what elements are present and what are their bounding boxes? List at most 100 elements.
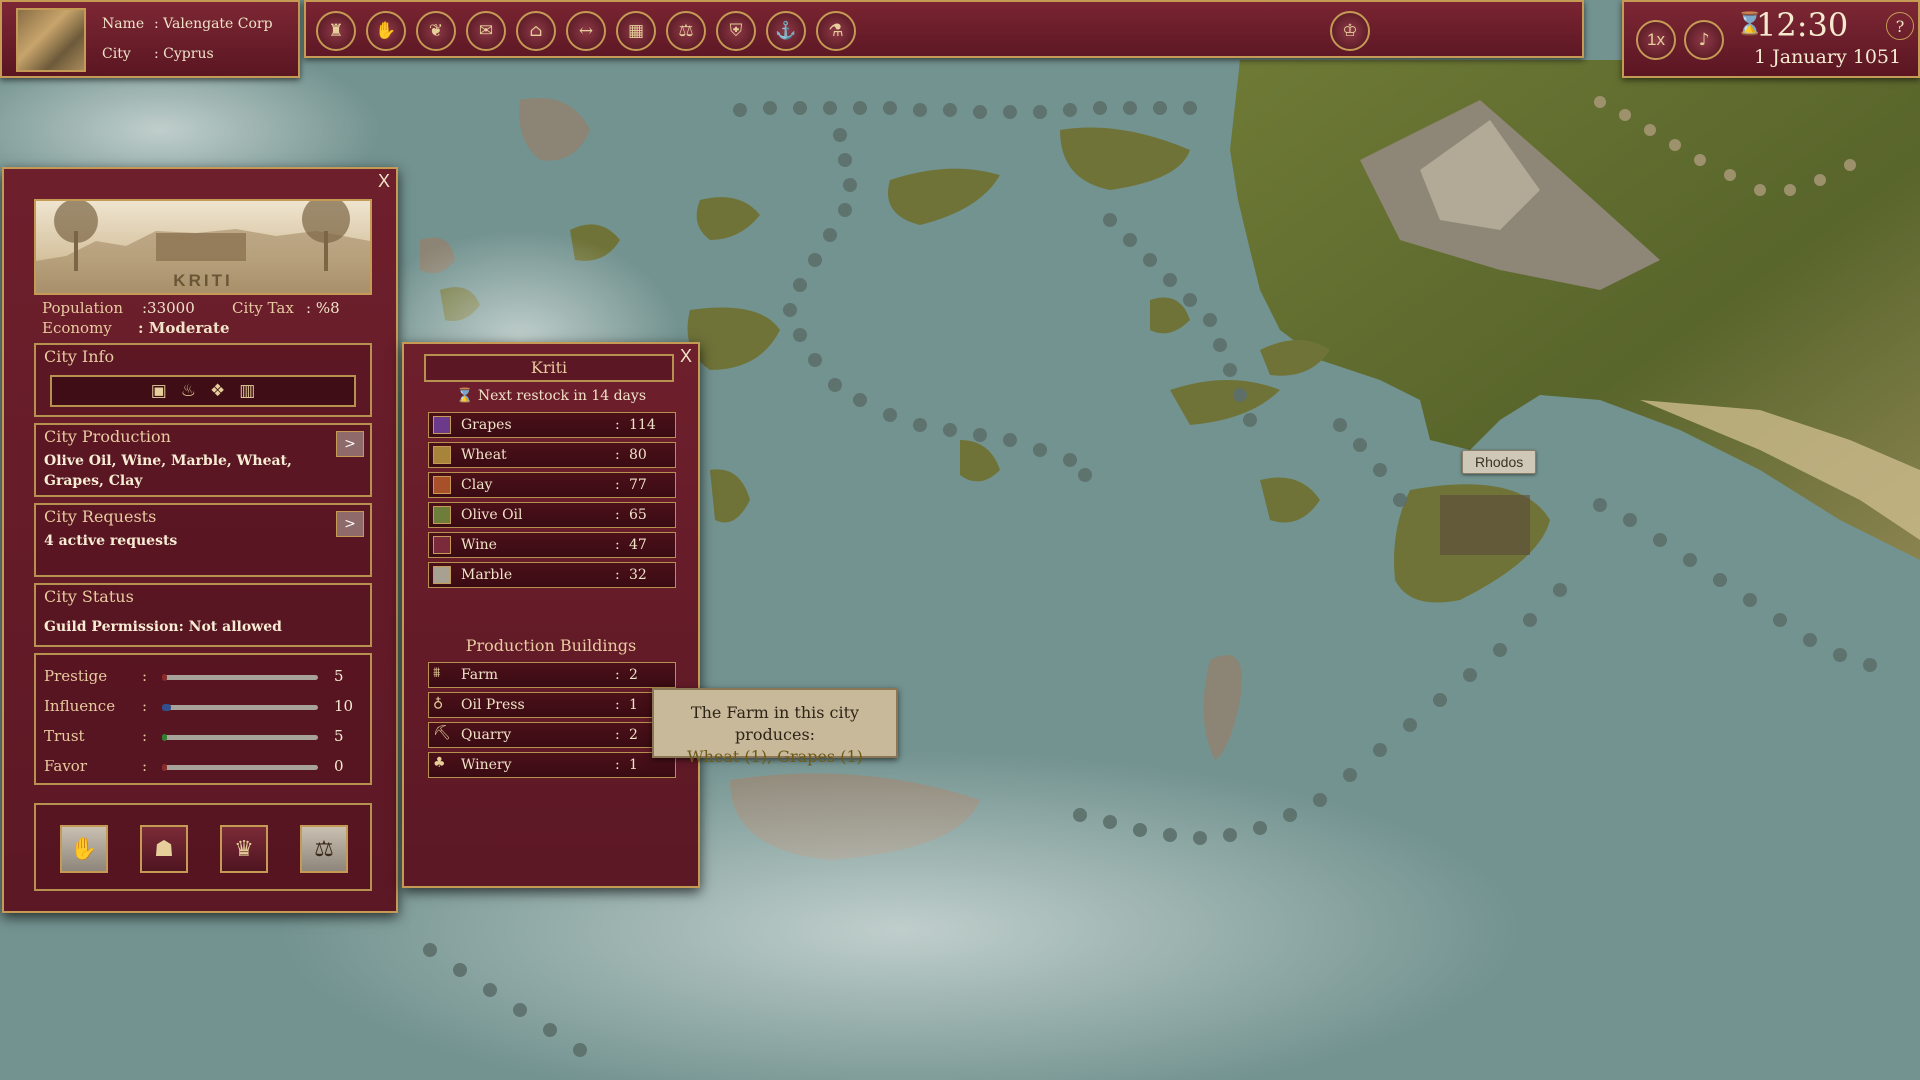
influence-colon: : xyxy=(142,697,148,715)
good-qty: 77 xyxy=(629,477,647,493)
market-icon[interactable]: ▣ xyxy=(151,381,167,401)
game-date: 1 January 1051 xyxy=(1754,46,1902,68)
oil-press-icon: ♁ xyxy=(433,695,444,711)
grapes-icon xyxy=(433,416,451,434)
spy-button[interactable]: ☗ xyxy=(140,825,188,873)
market-panel-close-button[interactable]: X xyxy=(680,346,692,367)
good-row[interactable]: Marble : 32 xyxy=(428,562,676,588)
city-requests-title: City Requests xyxy=(44,507,157,526)
building-row[interactable]: ⛏ Quarry : 2 xyxy=(428,722,676,748)
farm-tooltip: The Farm in this city produces: Wheat (1… xyxy=(652,688,898,766)
restock-row: ⌛ Next restock in 14 days xyxy=(404,388,698,404)
city-requests-box: City Requests > 4 active requests xyxy=(34,503,372,577)
good-colon: : xyxy=(615,537,620,553)
city-actions-box: ✋ ☗ ♛ ⚖ xyxy=(34,803,372,891)
good-row[interactable]: Wheat : 80 xyxy=(428,442,676,468)
olive-oil-icon xyxy=(433,506,451,524)
favor-label: Favor xyxy=(44,757,88,775)
prestige-value: 5 xyxy=(334,667,344,685)
sack-icon[interactable]: ❦ xyxy=(416,11,456,51)
company-portrait[interactable] xyxy=(16,8,86,72)
good-qty: 32 xyxy=(629,567,647,583)
favor-fill xyxy=(162,764,167,771)
flask-icon[interactable]: ⚗ xyxy=(816,11,856,51)
good-row[interactable]: Wine : 47 xyxy=(428,532,676,558)
justice-scales-button[interactable]: ⚖ xyxy=(300,825,348,873)
good-row[interactable]: Olive Oil : 65 xyxy=(428,502,676,528)
trust-row: Trust : 5 xyxy=(44,727,364,747)
good-name: Wine xyxy=(461,537,497,553)
prestige-track xyxy=(162,674,318,681)
prestige-fill xyxy=(162,674,167,681)
favor-track xyxy=(162,764,318,771)
building-name: Winery xyxy=(461,757,512,773)
diplomacy-handshake-button[interactable]: ✋ xyxy=(60,825,108,873)
good-colon: : xyxy=(615,507,620,523)
city-banner-name: KRITI xyxy=(173,271,233,290)
statistics-icon[interactable]: ▥ xyxy=(239,381,255,401)
company-city-label: City xyxy=(102,46,131,62)
production-icon[interactable]: ♨ xyxy=(181,381,196,401)
main-toolbar: ♜ ✋ ❦ ✉ ⌂ ↔ ▦ ⚖ ⛨ ⚓ ⚗ ♔ 5000 xyxy=(304,0,1886,58)
building-name: Farm xyxy=(461,667,499,683)
wine-icon xyxy=(433,536,451,554)
market-panel-title: Kriti xyxy=(424,354,674,382)
trade-icon[interactable]: ↔ xyxy=(566,11,606,51)
good-colon: : xyxy=(615,447,620,463)
guild-icon[interactable]: ♔ xyxy=(1330,11,1370,51)
good-colon: : xyxy=(615,477,620,493)
trust-track xyxy=(162,734,318,741)
quarry-icon: ⛏ xyxy=(433,725,451,741)
building-row[interactable]: ♣ Winery : 1 xyxy=(428,752,676,778)
city-requests-expand-button[interactable]: > xyxy=(336,511,364,537)
city-info-box: City Info ▣ ♨ ❖ ▥ xyxy=(34,343,372,417)
influence-fill xyxy=(162,704,172,711)
wheat-icon xyxy=(433,446,451,464)
goods-icon[interactable]: ❖ xyxy=(210,381,225,401)
favor-row: Favor : 0 xyxy=(44,757,364,777)
building-row[interactable]: ♁ Oil Press : 1 xyxy=(428,692,676,718)
clay-icon xyxy=(433,476,451,494)
handshake-icon[interactable]: ✋ xyxy=(366,11,406,51)
castle-icon[interactable]: ♜ xyxy=(316,11,356,51)
good-colon: : xyxy=(615,417,620,433)
good-colon: : xyxy=(615,567,620,583)
company-panel: Name: Valengate Corp City: Cyprus xyxy=(0,0,300,78)
building-qty: 1 xyxy=(629,757,638,773)
building-row[interactable]: ⩩ Farm : 2 xyxy=(428,662,676,688)
scales-icon[interactable]: ⚖ xyxy=(666,11,706,51)
city-tax-value: : %8 xyxy=(306,299,340,317)
city-production-list: Olive Oil, Wine, Marble, Wheat, Grapes, … xyxy=(44,453,292,489)
crown-button[interactable]: ♛ xyxy=(220,825,268,873)
company-city-value: Cyprus xyxy=(163,46,214,62)
good-name: Grapes xyxy=(461,417,512,433)
favor-colon: : xyxy=(142,757,148,775)
influence-track xyxy=(162,704,318,711)
company-name-value: Valengate Corp xyxy=(163,16,273,32)
building-name: Quarry xyxy=(461,727,512,743)
city-info-strip: ▣ ♨ ❖ ▥ xyxy=(50,375,356,407)
company-name-label: Name xyxy=(102,16,145,32)
company-city-colon: : xyxy=(154,46,164,62)
city-requests-text: 4 active requests xyxy=(44,533,178,549)
speed-button[interactable]: 1x xyxy=(1636,20,1676,60)
city-production-box: City Production > Olive Oil, Wine, Marbl… xyxy=(34,423,372,497)
good-row[interactable]: Grapes : 114 xyxy=(428,412,676,438)
sound-icon[interactable]: ♪ xyxy=(1684,20,1724,60)
good-qty: 47 xyxy=(629,537,647,553)
building-colon: : xyxy=(615,727,620,743)
city-panel-close-button[interactable]: X xyxy=(378,171,390,192)
ship-icon[interactable]: ⚓ xyxy=(766,11,806,51)
warehouse-icon[interactable]: ▦ xyxy=(616,11,656,51)
influence-label: Influence xyxy=(44,697,116,715)
building-qty: 2 xyxy=(629,667,638,683)
shield-icon[interactable]: ⛨ xyxy=(716,11,756,51)
influence-value: 10 xyxy=(334,697,354,715)
city-label-rhodos[interactable]: Rhodos xyxy=(1462,450,1537,474)
help-button[interactable]: ? xyxy=(1886,12,1914,40)
scroll-icon[interactable]: ✉ xyxy=(466,11,506,51)
good-row[interactable]: Clay : 77 xyxy=(428,472,676,498)
building-colon: : xyxy=(615,697,620,713)
good-name: Marble xyxy=(461,567,513,583)
bank-icon[interactable]: ⌂ xyxy=(516,11,556,51)
